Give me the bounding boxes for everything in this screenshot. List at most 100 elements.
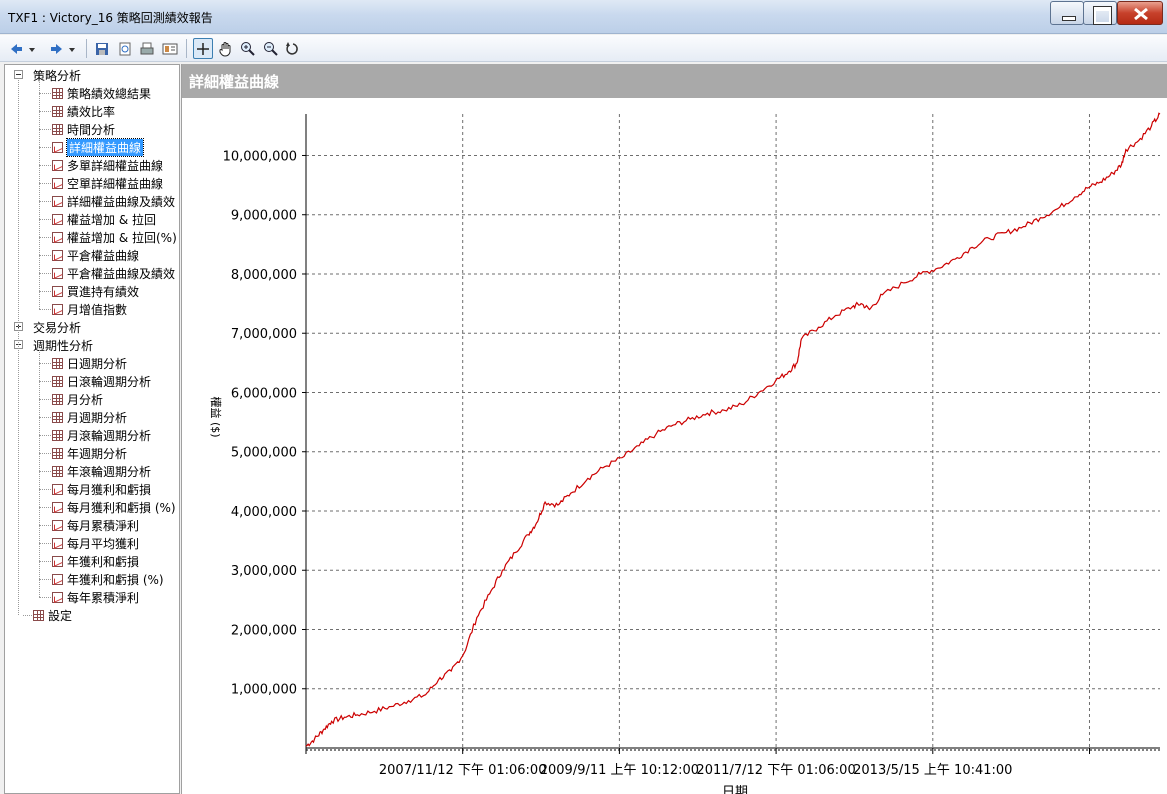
tree-item-label: 月增值指數 [67,302,128,317]
back-icon [11,43,35,54]
tree-item-strategy-11[interactable]: 買進持有績效 [52,282,139,300]
tree-item-strategy-8[interactable]: 權益增加 & 拉回(%) [52,228,177,246]
tree-item-period-10[interactable]: 每月平均獲利 [52,534,139,552]
tree-item-period-4[interactable]: 月滾輪週期分析 [52,426,151,444]
y-tick-label: 1,000,000 [231,683,297,698]
chart-report-icon [52,213,63,225]
save-icon [96,42,108,55]
table-report-icon [52,123,63,135]
tree-node-label: 設定 [48,608,73,623]
table-report-icon [52,429,63,441]
tree-group-label: 策略分析 [33,68,82,83]
chart-report-icon [52,195,63,207]
tree-item-period-13[interactable]: 每年累積淨利 [52,588,139,606]
save-button[interactable] [92,38,112,59]
x-tick-label: 2007/11/12 下午 01:06:00 [379,763,547,778]
zoom-out-icon [264,41,278,56]
tree-item-period-12[interactable]: 年獲利和虧損 (%) [52,570,164,588]
tree-item-label: 每年累積淨利 [67,590,140,605]
chart-report-icon [52,285,63,297]
tree-item-strategy-12[interactable]: 月增值指數 [52,300,127,318]
tree-item-strategy-2[interactable]: 時間分析 [52,120,115,138]
zoom-in-button[interactable] [238,38,258,59]
select-cursor-icon [197,42,209,55]
tree-item-period-7[interactable]: 每月獲利和虧損 [52,480,151,498]
window-title: TXF1 : Victory_16 策略回測績效報告 [8,11,213,25]
tree-item-period-2[interactable]: 月分析 [52,390,103,408]
tree-group-trade[interactable]: 交易分析 [33,318,81,336]
tree-item-strategy-0[interactable]: 策略績效總結果 [52,84,151,102]
tree-item-strategy-9[interactable]: 平倉權益曲線 [52,246,139,264]
tree-item-label: 詳細權益曲線 [65,137,145,157]
tree-item-strategy-5[interactable]: 空單詳細權益曲線 [52,174,163,192]
select-cursor-button[interactable] [193,38,213,59]
tree-item-strategy-4[interactable]: 多單詳細權益曲線 [52,156,163,174]
y-tick-label: 8,000,000 [231,268,297,283]
print-button[interactable] [137,38,157,59]
chart-report-icon [52,303,63,315]
y-tick-label: 5,000,000 [231,446,297,461]
preview-button[interactable] [115,38,135,59]
title-bar: TXF1 : Victory_16 策略回測績效報告 [0,0,1167,34]
tree-group-strategy[interactable]: 策略分析 [33,66,81,84]
close-icon [1134,7,1148,21]
tree-group-period[interactable]: 週期性分析 [33,336,93,354]
tree-item-strategy-3[interactable]: 詳細權益曲線 [52,137,145,157]
print-icon [140,42,154,54]
strategy-expander[interactable] [14,70,23,79]
tree-item-label: 月分析 [67,392,104,407]
tree-item-period-1[interactable]: 日滾輪週期分析 [52,372,151,390]
chart-report-icon [52,519,63,531]
equity-curve-chart[interactable]: 1,000,000 2,000,000 3,000,000 4,000,000 5,00… [182,98,1167,794]
tree-item-label: 時間分析 [67,122,116,137]
tree-item-period-9[interactable]: 每月累積淨利 [52,516,139,534]
tree-item-strategy-6[interactable]: 詳細權益曲線及績效 [52,192,175,210]
chart-report-icon [52,249,63,261]
forward-icon [51,43,75,54]
maximize-button[interactable] [1083,1,1117,25]
report-tree: 策略分析 策略績效總結果 績效比率時間分析 詳細權益曲線 多單詳細權益曲線 空單詳細權益曲… [4,64,180,794]
chart-report-icon [52,537,63,549]
tree-item-period-0[interactable]: 日週期分析 [52,354,127,372]
tree-item-period-6[interactable]: 年滾輪週期分析 [52,462,151,480]
tree-item-strategy-1[interactable]: 績效比率 [52,102,115,120]
chart-report-icon [52,231,63,243]
tree-item-label: 多單詳細權益曲線 [67,158,164,173]
chart-report-icon [52,501,63,513]
tree-item-strategy-7[interactable]: 權益增加 & 拉回 [52,210,156,228]
tree-item-period-5[interactable]: 年週期分析 [52,444,127,462]
tree-item-label: 平倉權益曲線 [67,248,140,263]
pan-button[interactable] [216,38,236,59]
forward-button[interactable] [48,38,78,59]
y-axis-label: 權益 ($) [209,396,223,437]
tree-item-strategy-10[interactable]: 平倉權益曲線及績效 [52,264,175,282]
y-tick-label: 2,000,000 [231,623,297,638]
table-report-icon [52,465,63,477]
minimize-button[interactable] [1050,1,1084,25]
tree-item-period-11[interactable]: 年獲利和虧損 [52,552,139,570]
chart-report-icon [52,555,63,567]
zoom-out-button[interactable] [261,38,281,59]
report-button[interactable] [160,38,180,59]
chart-report-icon [52,159,63,171]
y-tick-label: 6,000,000 [231,386,297,401]
tree-item-label: 年獲利和虧損 (%) [67,572,164,587]
reset-zoom-button[interactable] [283,38,303,59]
tree-group-label: 交易分析 [33,320,82,335]
zoom-in-icon [241,41,255,56]
back-button[interactable] [8,38,38,59]
chart-report-icon [52,141,63,153]
tree-item-period-3[interactable]: 月週期分析 [52,408,127,426]
table-report-icon [52,411,63,423]
tree-item-label: 平倉權益曲線及績效 [67,266,176,281]
chart-report-icon [52,483,63,495]
tree-node-settings[interactable]: 設定 [33,606,72,624]
tree-item-period-8[interactable]: 每月獲利和虧損 (%) [52,498,176,516]
chart-report-icon [52,177,63,189]
toolbar [0,35,1167,62]
chart-report-icon [52,591,63,603]
tree-item-label: 日滾輪週期分析 [67,374,152,389]
tree-item-label: 每月平均獲利 [67,536,140,551]
close-button[interactable] [1117,1,1163,25]
y-tick-label: 9,000,000 [231,209,297,224]
